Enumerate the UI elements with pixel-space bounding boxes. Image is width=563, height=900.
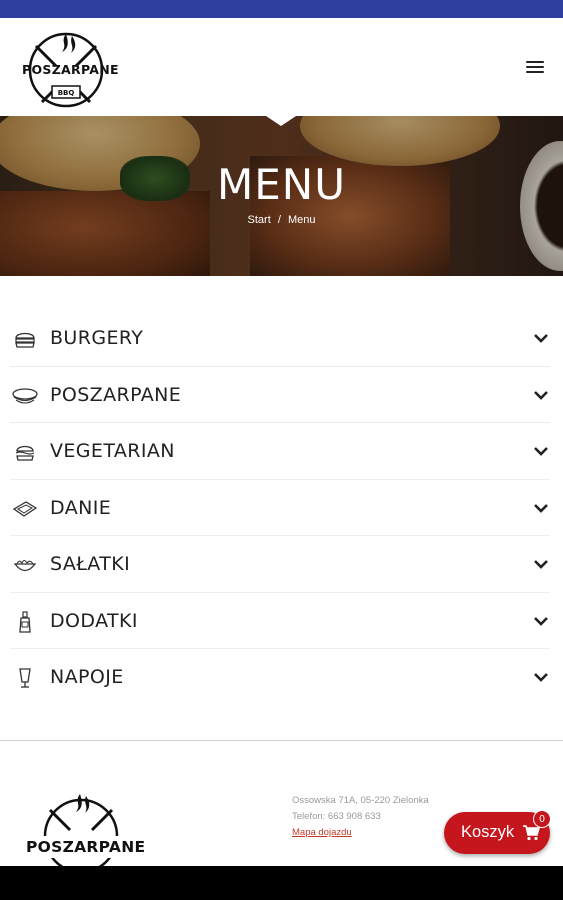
chevron-down-icon[interactable] (532, 614, 550, 628)
breadcrumb-separator: / (277, 214, 281, 226)
burger-icon (15, 332, 35, 348)
breadcrumb-start-link[interactable]: Start (248, 214, 271, 226)
hamburger-menu-icon[interactable] (526, 58, 548, 78)
cart-count-badge: 0 (533, 810, 551, 828)
logo-text: POSZARPANE (22, 62, 119, 77)
menu-category-label: BURGERY (50, 327, 144, 349)
menu-category-label: DANIE (50, 496, 112, 519)
menu-category-poszarpane[interactable]: POSZARPANE (10, 367, 550, 423)
footer-divider (0, 740, 563, 741)
footer-phone: Telefon: 663 908 633 (292, 811, 381, 822)
chevron-down-icon[interactable] (532, 444, 550, 458)
logo[interactable]: POSZARPANE BBQ (22, 26, 119, 110)
chevron-down-icon[interactable] (532, 388, 550, 402)
drink-glass-icon (19, 668, 31, 688)
menu-category-label: DODATKI (50, 609, 138, 632)
menu-category-label: SAŁATKI (50, 553, 131, 575)
cart-label: Koszyk (461, 823, 515, 841)
menu-category-burgery[interactable]: BURGERY (10, 310, 550, 367)
menu-category-napoje[interactable]: NAPOJE (10, 649, 550, 706)
veggie-burger-icon (15, 445, 35, 461)
menu-category-vegetarian[interactable]: VEGETARIAN (10, 423, 550, 480)
logo-subtext: BBQ (57, 89, 75, 97)
menu-category-list: BURGERY POSZARPANE VEGETARIAN DANIE SAŁA… (10, 310, 550, 706)
footer-contact: Ossowska 71A, 05-220 Zielonka Telefon: 6… (292, 793, 429, 841)
system-navigation-bar (0, 866, 563, 900)
footer-logo-text: POSZARPANE (26, 838, 146, 856)
salad-bowl-icon (13, 559, 37, 572)
footer-logo[interactable]: POSZARPANE (22, 790, 145, 874)
footer-map-link[interactable]: Mapa dojazdu (292, 827, 352, 838)
chevron-down-icon[interactable] (532, 557, 550, 571)
menu-category-dodatki[interactable]: DODATKI (10, 593, 550, 649)
menu-category-label: POSZARPANE (50, 383, 182, 406)
sauce-bottle-icon (19, 610, 31, 633)
breadcrumb-current: Menu (287, 214, 316, 226)
menu-category-label: NAPOJE (50, 666, 124, 688)
status-bar (0, 0, 563, 18)
sandwich-icon (12, 387, 38, 404)
footer-address: Ossowska 71A, 05-220 Zielonka (292, 795, 429, 806)
site-header: POSZARPANE BBQ (0, 18, 563, 116)
dish-icon (12, 500, 38, 517)
chevron-down-icon[interactable] (532, 501, 550, 515)
page-title: MENU (217, 160, 346, 209)
header-notch (266, 116, 296, 126)
menu-category-danie[interactable]: DANIE (10, 480, 550, 536)
menu-category-salatki[interactable]: SAŁATKI (10, 536, 550, 593)
breadcrumb: Start / Menu (0, 214, 563, 226)
chevron-down-icon[interactable] (532, 670, 550, 684)
menu-category-label: VEGETARIAN (50, 440, 175, 462)
hero-banner: MENU Start / Menu (0, 116, 563, 276)
chevron-down-icon[interactable] (532, 331, 550, 345)
